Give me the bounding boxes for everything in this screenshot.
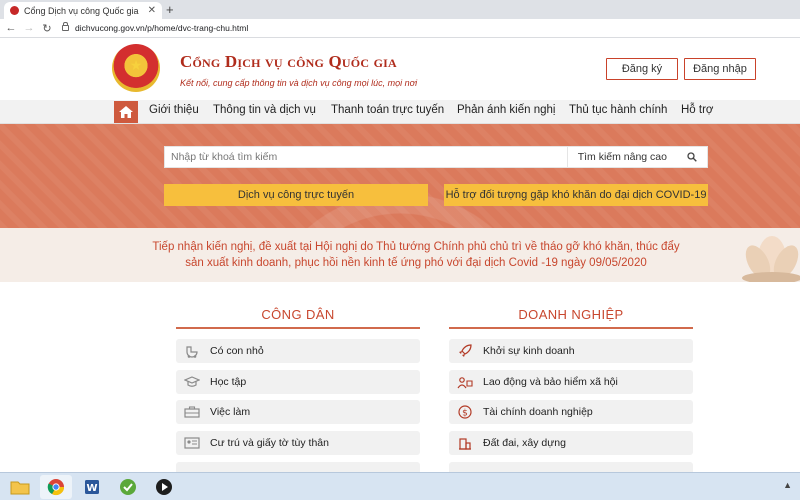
- announcement-link[interactable]: Tiếp nhận kiến nghị, đề xuất tại Hội ngh…: [150, 239, 682, 271]
- citizen-item-partial[interactable]: [176, 462, 420, 472]
- nav-item-ho-tro[interactable]: Hỗ trợ: [681, 104, 713, 116]
- list-item-label: Lao động và bảo hiểm xã hội: [483, 376, 618, 388]
- list-item-label: Khởi sự kinh doanh: [483, 345, 575, 357]
- announcement-line-1: Tiếp nhận kiến nghị, đề xuất tại Hội ngh…: [152, 241, 680, 253]
- nav-item-gioi-thieu[interactable]: Giới thiệu: [149, 104, 199, 116]
- citizen-item-viec-lam[interactable]: Việc làm: [176, 400, 420, 424]
- hero-banner: [0, 124, 800, 228]
- folder-icon: [10, 481, 30, 494]
- login-button[interactable]: Đăng nhập: [684, 58, 756, 80]
- citizen-item-cu-tru[interactable]: Cư trú và giấy tờ tùy thân: [176, 431, 420, 455]
- list-item-label: Tài chính doanh nghiệp: [483, 406, 593, 418]
- site-favicon-icon: [10, 6, 19, 15]
- taskbar-word[interactable]: W: [76, 475, 108, 499]
- nav-item-thu-tuc[interactable]: Thủ tục hành chính: [569, 104, 667, 116]
- search-icon: [687, 152, 697, 162]
- citizen-item-hoc-tap[interactable]: Học tập: [176, 370, 420, 394]
- citizen-section-title: CÔNG DÂN: [261, 307, 335, 322]
- new-tab-button[interactable]: +: [166, 2, 174, 17]
- list-item-label: Việc làm: [210, 406, 251, 418]
- green-app-icon: [120, 478, 136, 495]
- lock-icon: [62, 22, 69, 31]
- graduation-cap-icon: [184, 375, 200, 389]
- id-card-icon: [184, 436, 200, 450]
- browser-tab[interactable]: Cổng Dịch vụ công Quốc gia ✕: [4, 2, 162, 19]
- rocket-icon: [457, 344, 473, 358]
- business-item-lao-dong[interactable]: Lao động và bảo hiểm xã hội: [449, 370, 693, 394]
- reload-icon[interactable]: ↻: [40, 22, 54, 35]
- browser-tab-title: Cổng Dịch vụ công Quốc gia: [24, 5, 139, 16]
- nav-item-thanh-toan[interactable]: Thanh toán trực tuyến: [331, 104, 444, 116]
- covid-support-button[interactable]: Hỗ trợ đối tượng gặp khó khăn do đại dịc…: [444, 184, 708, 206]
- lotus-decoration-icon: [722, 228, 800, 282]
- back-arrow-icon[interactable]: ←: [4, 22, 18, 34]
- briefcase-icon: [184, 405, 200, 419]
- address-bar[interactable]: dichvucong.gov.vn/p/home/dvc-trang-chu.h…: [62, 22, 249, 33]
- chrome-icon: [47, 478, 65, 495]
- business-item-khoi-su[interactable]: Khởi sự kinh doanh: [449, 339, 693, 363]
- taskbar-app-green[interactable]: [112, 475, 144, 499]
- taskbar-explorer[interactable]: [4, 475, 36, 499]
- nav-item-phan-anh[interactable]: Phản ánh kiến nghị: [457, 104, 555, 116]
- media-player-icon: [156, 478, 172, 495]
- business-item-dat-dai[interactable]: Đất đai, xây dựng: [449, 431, 693, 455]
- building-icon: [457, 436, 473, 450]
- browser-toolbar: ← → ↻ dichvucong.gov.vn/p/home/dvc-trang…: [0, 19, 800, 38]
- home-icon: [119, 106, 133, 118]
- list-item-label: Cư trú và giấy tờ tùy thân: [210, 437, 329, 449]
- svg-text:W: W: [86, 483, 97, 494]
- national-emblem-icon[interactable]: ★: [112, 44, 160, 92]
- word-icon: W: [85, 479, 99, 494]
- nav-item-thong-tin-dich-vu[interactable]: Thông tin và dịch vụ: [213, 104, 316, 116]
- taskbar-media[interactable]: [148, 475, 180, 499]
- register-button[interactable]: Đăng ký: [606, 58, 678, 80]
- system-tray-arrow-icon[interactable]: ▲: [783, 480, 792, 490]
- citizen-item-co-con-nho[interactable]: Có con nhỏ: [176, 339, 420, 363]
- business-section-title: DOANH NGHIỆP: [518, 307, 624, 322]
- citizen-divider: [176, 327, 420, 329]
- online-services-button[interactable]: Dịch vụ công trực tuyến: [164, 184, 428, 206]
- search-button[interactable]: [677, 147, 707, 167]
- site-title[interactable]: Cổng Dịch vụ công Quốc gia: [180, 52, 397, 72]
- labor-insurance-icon: [457, 375, 473, 389]
- taskbar-chrome[interactable]: [40, 474, 72, 499]
- forward-arrow-icon[interactable]: →: [22, 22, 36, 34]
- business-divider: [449, 327, 693, 329]
- os-taskbar: W: [0, 472, 800, 500]
- close-tab-icon[interactable]: ✕: [148, 5, 156, 16]
- search-input[interactable]: [165, 147, 567, 167]
- list-item-label: Có con nhỏ: [210, 345, 264, 357]
- announcement-line-2: sản xuất kinh doanh, phục hồi nền kinh t…: [185, 257, 647, 269]
- site-slogan: Kết nối, cung cấp thông tin và dịch vụ c…: [180, 78, 418, 88]
- home-button[interactable]: [114, 101, 138, 123]
- search-bar: Tìm kiếm nâng cao: [164, 146, 708, 168]
- business-item-tai-chinh[interactable]: $ Tài chính doanh nghiệp: [449, 400, 693, 424]
- business-item-partial[interactable]: [449, 462, 693, 472]
- url-text: dichvucong.gov.vn/p/home/dvc-trang-chu.h…: [75, 23, 249, 33]
- advanced-search-link[interactable]: Tìm kiếm nâng cao: [566, 147, 677, 167]
- svg-text:$: $: [462, 408, 468, 418]
- dollar-icon: $: [457, 405, 473, 419]
- baby-stroller-icon: [184, 344, 200, 358]
- list-item-label: Đất đai, xây dựng: [483, 437, 566, 449]
- list-item-label: Học tập: [210, 376, 247, 388]
